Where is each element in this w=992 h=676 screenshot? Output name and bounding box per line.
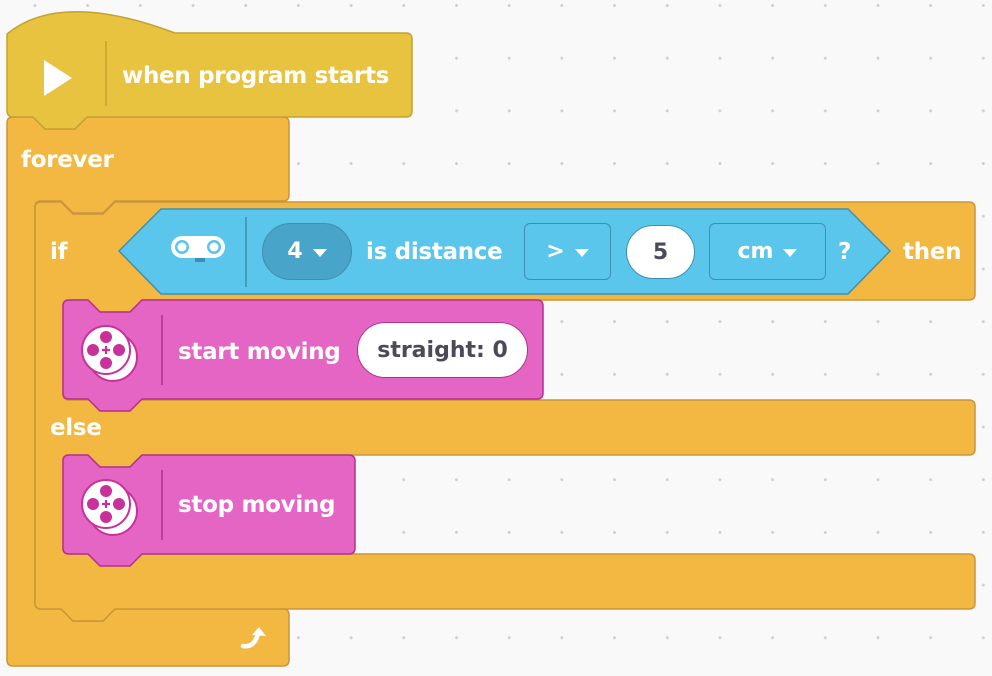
operator-dropdown[interactable]: >	[524, 223, 611, 280]
motor-wheel-icon	[81, 479, 138, 536]
direction-input[interactable]: straight: 0	[357, 322, 528, 378]
question-mark-label: ?	[838, 239, 852, 265]
stop-moving-label: stop moving	[178, 492, 336, 518]
hat-label: when program starts	[122, 63, 390, 89]
operator-value: >	[546, 239, 565, 264]
chevron-down-icon	[312, 248, 327, 257]
motor-wheel-icon	[81, 325, 138, 382]
unit-dropdown[interactable]: cm	[709, 223, 826, 280]
chevron-down-icon	[783, 248, 798, 257]
unit-value: cm	[737, 239, 774, 264]
else-label: else	[50, 415, 102, 441]
port-dropdown[interactable]: 4	[262, 223, 352, 280]
if-label: if	[50, 239, 68, 265]
chevron-down-icon	[574, 248, 589, 257]
then-label: then	[903, 239, 962, 265]
distance-sensor-icon	[171, 236, 225, 262]
loop-arrow-icon	[240, 627, 266, 649]
port-value: 4	[287, 239, 303, 264]
play-icon	[44, 60, 72, 96]
forever-label: forever	[21, 147, 114, 173]
distance-value-input[interactable]: 5	[626, 225, 695, 279]
is-distance-label: is distance	[366, 239, 503, 265]
start-moving-label: start moving	[178, 339, 341, 365]
